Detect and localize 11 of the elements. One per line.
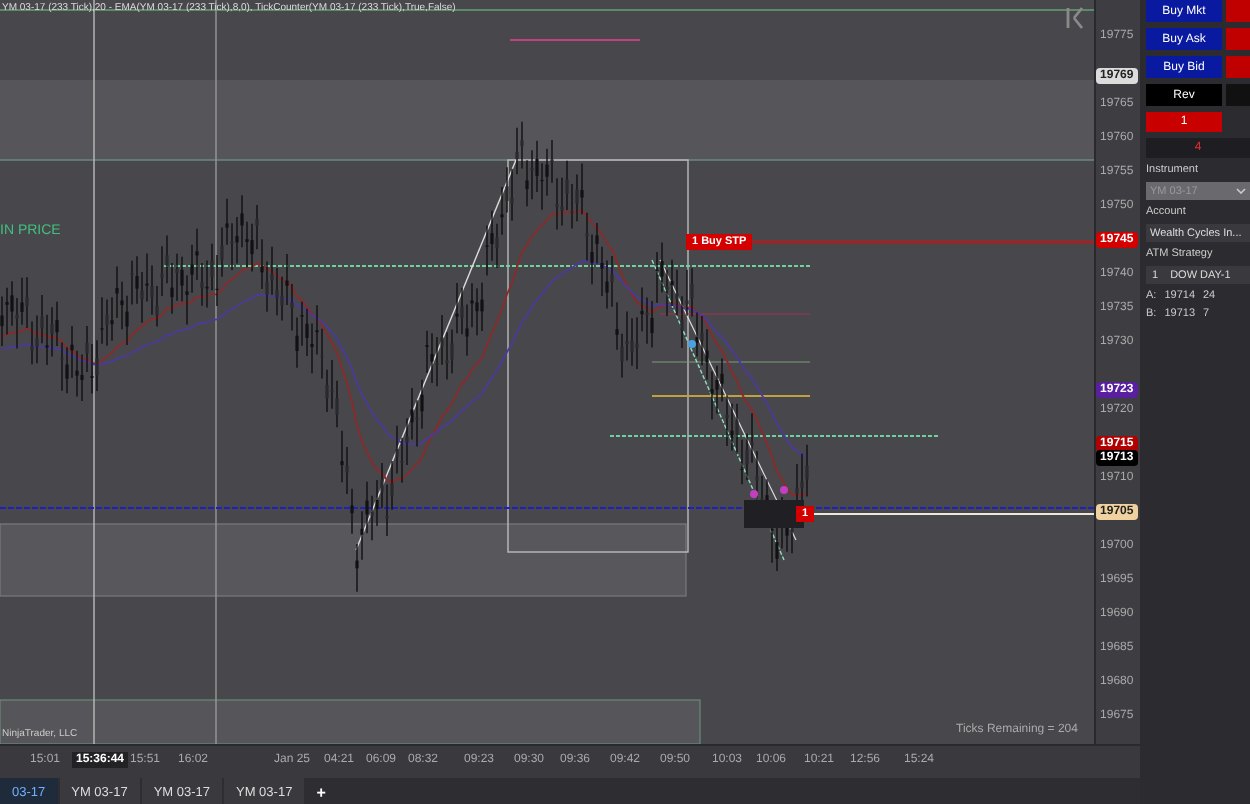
sell-button[interactable] [1226,56,1250,78]
trade-marker-background [744,500,804,528]
sell-button[interactable] [1226,0,1250,22]
signal-dot [688,340,696,348]
price-level-line [509,39,641,41]
sell-button[interactable] [1226,28,1250,50]
chevron-icon [1236,188,1246,194]
signal-dot [750,490,758,498]
signal-dot [780,486,788,494]
collapse-icon[interactable] [1066,6,1084,30]
add-tab-button[interactable]: + [306,778,336,804]
